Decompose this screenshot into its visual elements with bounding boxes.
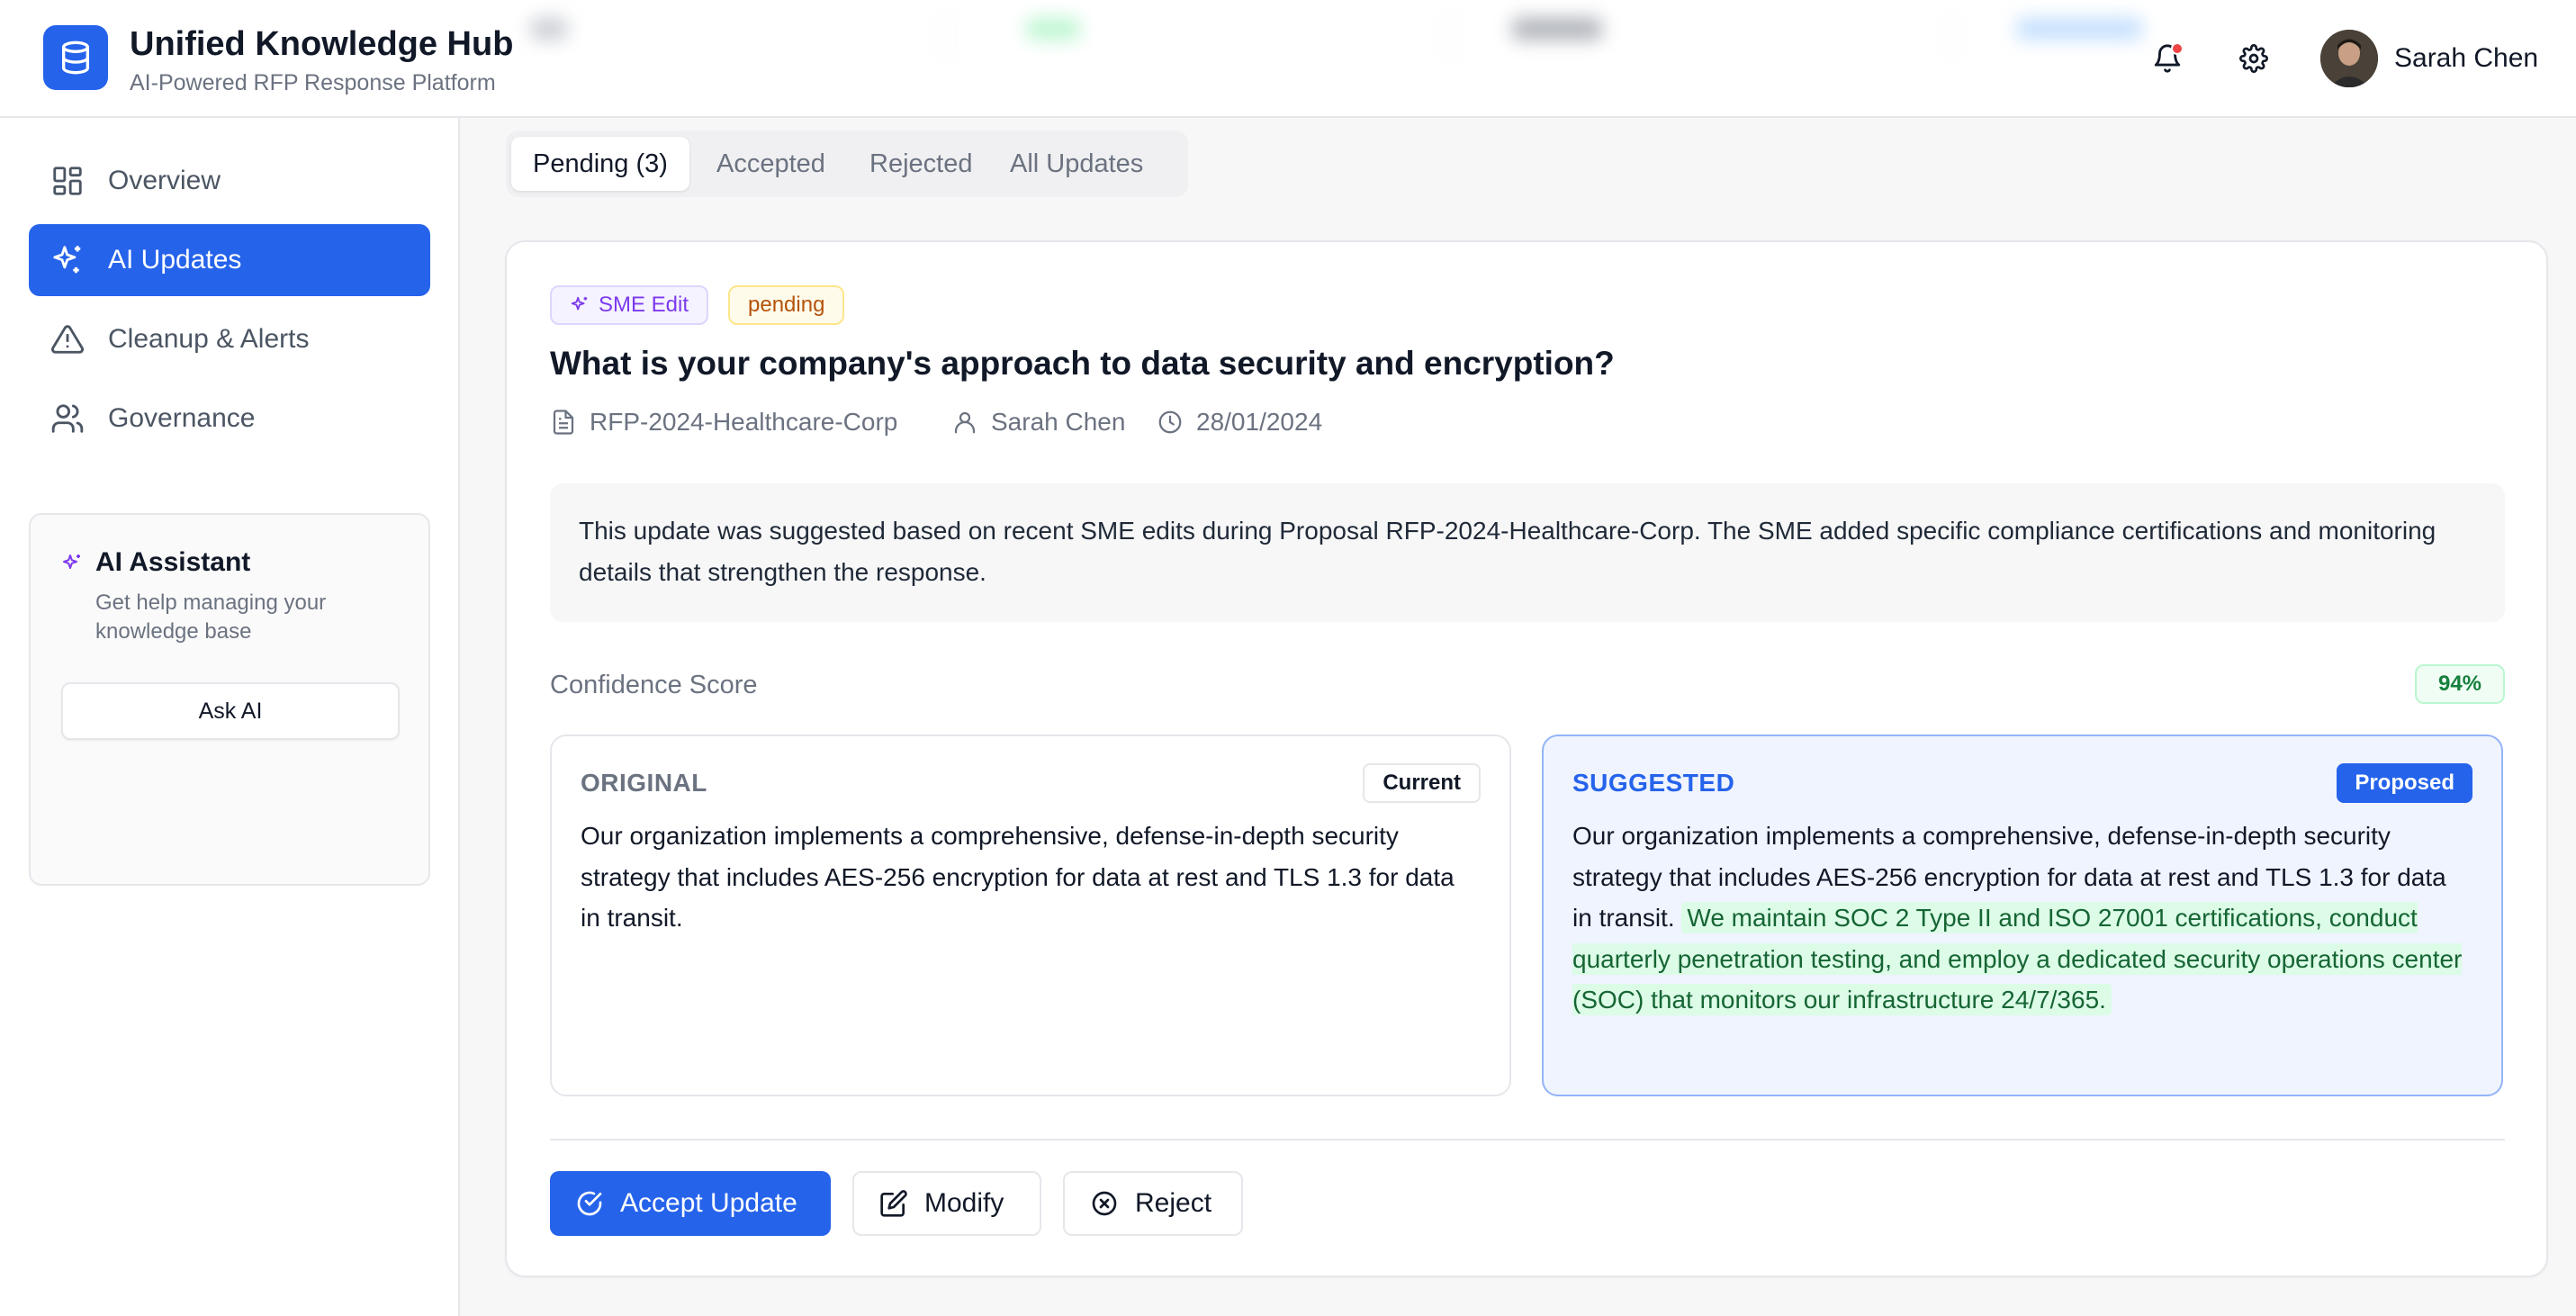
sparkles-icon [53, 246, 81, 274]
suggested-title: SUGGESTED [1572, 769, 1735, 797]
update-card: SME Edit pending What is your company's … [505, 240, 2548, 1277]
ai-assistant-description: Get help managing your knowledge base [95, 590, 327, 644]
blurred-stat [1998, 9, 2457, 63]
blurred-stat [1494, 9, 1953, 63]
sidebar-item-label: Cleanup & Alerts [108, 324, 310, 354]
app-logo [43, 25, 108, 90]
confidence-score-badge: 94% [2415, 664, 2505, 704]
sidebar-item-cleanup-alerts[interactable]: Cleanup & Alerts [29, 303, 430, 375]
gear-icon [2239, 44, 2268, 73]
suggested-added-text: We maintain SOC 2 Type II and ISO 27001 … [1572, 902, 2463, 1015]
blurred-stat [486, 9, 945, 63]
tab-all-updates[interactable]: All Updates [988, 137, 1165, 191]
update-tabs: Pending (3) Accepted Rejected All Update… [506, 131, 1188, 197]
sidebar-item-overview[interactable]: Overview [29, 145, 430, 217]
sparkles-icon [63, 554, 80, 569]
ai-assistant-card: AI Assistant Get help managing your know… [29, 513, 430, 886]
proposed-pill: Proposed [2337, 763, 2472, 803]
update-reason: This update was suggested based on recen… [550, 483, 2505, 622]
tab-pending[interactable]: Pending (3) [511, 137, 689, 191]
suggested-text-block: Our organization implements a comprehens… [1572, 816, 2472, 1021]
reject-button[interactable]: Reject [1063, 1171, 1243, 1236]
divider [550, 1139, 2505, 1140]
suggested-answer-panel: SUGGESTED Proposed Our organization impl… [1542, 735, 2503, 1096]
blurred-stat [990, 9, 1449, 63]
check-circle-icon [577, 1191, 602, 1216]
original-text: Our organization implements a comprehens… [581, 822, 1455, 932]
settings-button[interactable] [2229, 33, 2279, 84]
user-name[interactable]: Sarah Chen [2394, 43, 2538, 74]
reject-label: Reject [1135, 1188, 1212, 1218]
database-icon [62, 41, 90, 75]
app-title: Unified Knowledge Hub [130, 25, 514, 63]
meta-author: Sarah Chen [951, 404, 1125, 440]
sidebar-item-ai-updates[interactable]: AI Updates [29, 224, 430, 296]
question-title: What is your company's approach to data … [550, 345, 1615, 382]
current-pill: Current [1363, 763, 1481, 803]
top-header: Unified Knowledge Hub AI-Powered RFP Res… [0, 0, 2576, 118]
status-badge: pending [728, 285, 845, 325]
blurred-stats-strip [486, 0, 2196, 81]
user-avatar[interactable] [2320, 30, 2378, 87]
grid-icon [53, 167, 82, 195]
sme-edit-label: SME Edit [599, 293, 689, 317]
edit-icon [880, 1190, 907, 1217]
confidence-label: Confidence Score [550, 671, 758, 699]
sidebar-item-label: Governance [108, 403, 256, 433]
users-icon [51, 404, 84, 433]
author-name: Sarah Chen [991, 408, 1126, 436]
meta-proposal: RFP-2024-Healthcare-Corp [550, 404, 897, 440]
sidebar-item-label: Overview [108, 166, 221, 195]
warning-icon [51, 325, 84, 354]
accept-update-button[interactable]: Accept Update [550, 1171, 831, 1236]
avatar-photo [2320, 30, 2378, 87]
app-subtitle: AI-Powered RFP Response Platform [130, 70, 496, 95]
user-icon [954, 411, 976, 434]
notifications-button[interactable] [2142, 33, 2193, 84]
notification-dot [2171, 42, 2184, 55]
clock-icon [1158, 410, 1182, 434]
update-date: 28/01/2024 [1196, 408, 1323, 436]
sidebar-item-governance[interactable]: Governance [29, 383, 430, 455]
original-answer-panel: ORIGINAL Current Our organization implem… [550, 735, 1511, 1096]
x-circle-icon [1092, 1191, 1117, 1216]
document-icon [553, 410, 574, 435]
tab-accepted[interactable]: Accepted [695, 137, 847, 191]
accept-label: Accept Update [620, 1188, 797, 1218]
sidebar-item-label: AI Updates [108, 245, 242, 275]
ask-ai-button[interactable]: Ask AI [61, 682, 400, 740]
original-title: ORIGINAL [581, 769, 707, 797]
sidebar: Overview AI Updates Cleanup & Alerts Gov… [0, 118, 460, 1316]
meta-date: 28/01/2024 [1157, 404, 1322, 440]
sme-edit-badge: SME Edit [550, 285, 709, 325]
tab-rejected[interactable]: Rejected [848, 137, 994, 191]
modify-button[interactable]: Modify [852, 1171, 1041, 1236]
proposal-id: RFP-2024-Healthcare-Corp [590, 408, 898, 436]
sparkles-icon [571, 296, 588, 311]
modify-label: Modify [924, 1188, 1004, 1218]
ai-assistant-title: AI Assistant [95, 547, 251, 577]
